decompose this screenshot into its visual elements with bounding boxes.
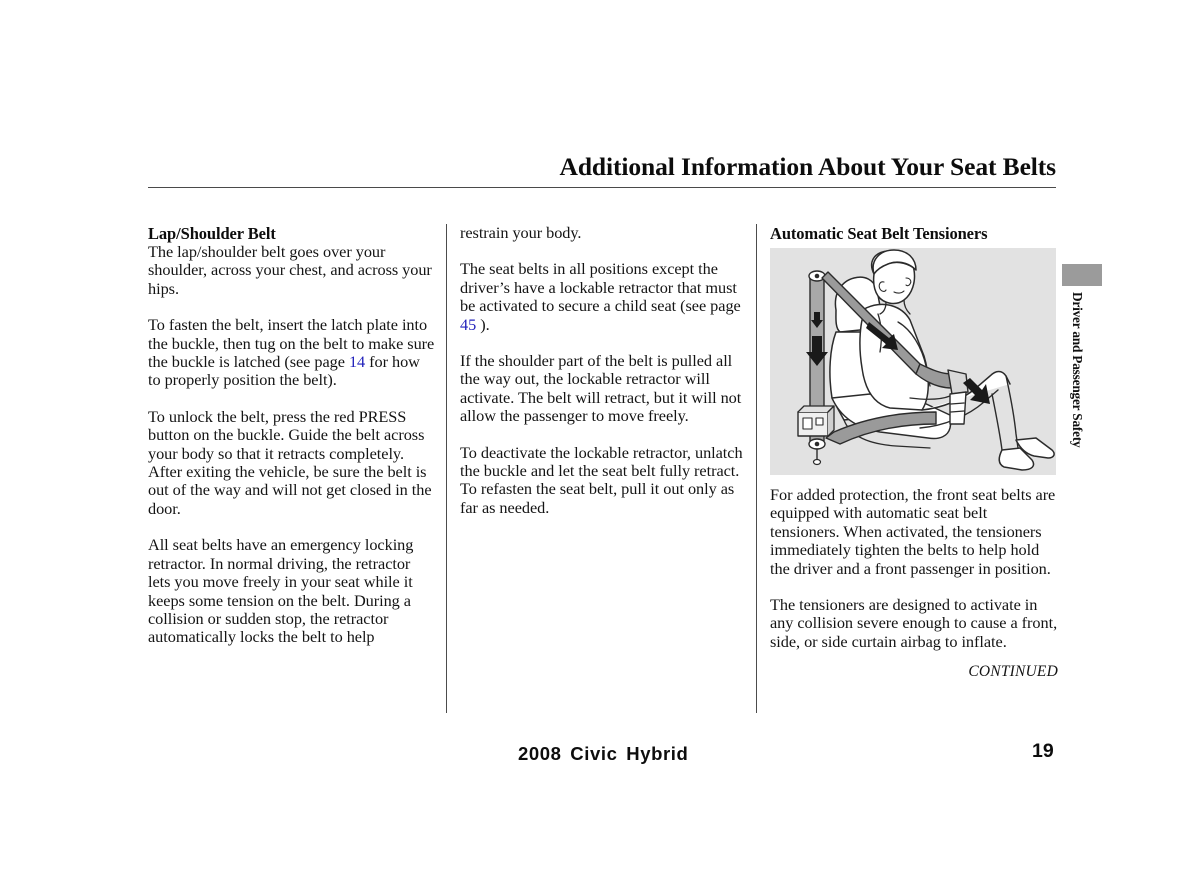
paragraph: To unlock the belt, press the red PRESS … [148, 406, 432, 518]
column-divider-2 [756, 224, 757, 713]
paragraph: All seat belts have an emergency locking… [148, 535, 414, 647]
page-header: Additional Information About Your Seat B… [148, 152, 1056, 188]
section-thumb-tab [1062, 264, 1102, 286]
section-heading-automatic-seat-belt-tensioners: Automatic Seat Belt Tensioners [770, 224, 988, 243]
section-thumb-tab-label: Driver and Passenger Safety [1070, 292, 1085, 448]
paragraph-text-before: The seat belts in all positions except t… [460, 259, 741, 316]
paragraph: restrain your body. [460, 223, 582, 242]
column-right: Automatic Seat Belt Tensioners For added… [770, 224, 1058, 716]
page-reference-link-45[interactable]: 45 [460, 315, 476, 334]
content-columns: Lap/Shoulder Belt The lap/shoulder belt … [148, 223, 1058, 716]
seat-belt-illustration-svg [797, 249, 1055, 471]
page-reference-link-14[interactable]: 14 [349, 352, 365, 371]
seat-belt-tensioner-illustration [770, 248, 1056, 475]
paragraph: The lap/shoulder belt goes over your sho… [148, 242, 432, 298]
paragraph: For added protection, the front seat bel… [770, 485, 1056, 578]
paragraph: If the shoulder part of the belt is pull… [460, 351, 742, 426]
paragraph-child-seat: The seat belts in all positions except t… [460, 260, 746, 334]
manual-page: Additional Information About Your Seat B… [0, 0, 1200, 892]
continued-label: CONTINUED [968, 663, 1058, 681]
footer-page-number: 19 [1032, 740, 1054, 762]
column-middle: restrain your body. The seat belts in al… [460, 223, 746, 716]
paragraph-text-after: ). [476, 314, 490, 334]
page-title: Additional Information About Your Seat B… [559, 152, 1057, 181]
paragraph-fasten-belt: To fasten the belt, insert the latch pla… [148, 316, 436, 390]
column-divider-1 [446, 224, 447, 713]
column-left: Lap/Shoulder Belt The lap/shoulder belt … [148, 224, 436, 716]
section-heading-lap-shoulder-belt: Lap/Shoulder Belt [148, 224, 276, 243]
footer-model-name: 2008 Civic Hybrid [518, 743, 689, 764]
paragraph: The tensioners are designed to activate … [770, 595, 1058, 651]
header-rule [148, 187, 1056, 188]
paragraph: To deactivate the lockable retractor, un… [460, 442, 743, 517]
